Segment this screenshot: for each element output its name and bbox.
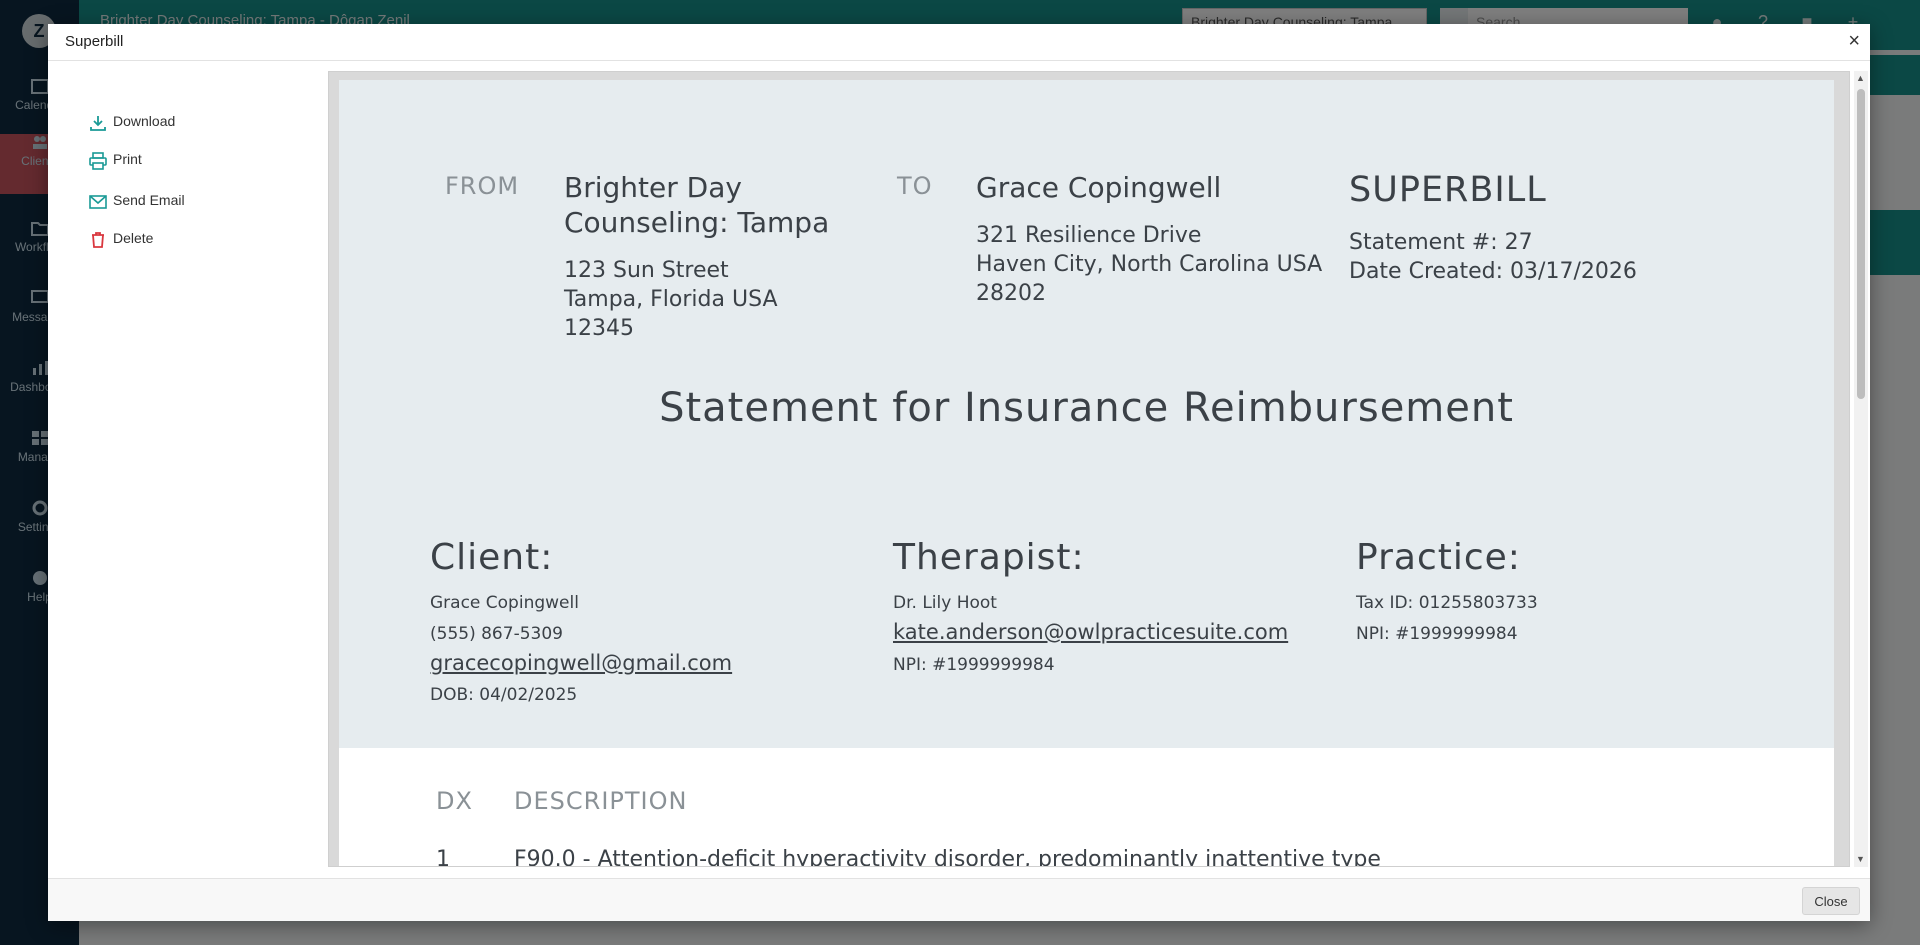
download-button[interactable]: Download bbox=[88, 107, 358, 137]
diagnosis-dx: 1 bbox=[436, 847, 450, 867]
therapist-npi: NPI: #1999999984 bbox=[893, 655, 1055, 675]
to-city: Haven City, North Carolina USA bbox=[976, 252, 1323, 277]
envelope-icon bbox=[89, 195, 107, 209]
from-city: Tampa, Florida USA bbox=[564, 287, 778, 312]
action-menu: Download Print Send Email › Delete bbox=[48, 61, 335, 878]
printer-icon bbox=[89, 152, 107, 170]
scroll-down-icon[interactable]: ▼ bbox=[1856, 854, 1865, 864]
practice-tax-id: Tax ID: 01255803733 bbox=[1356, 593, 1538, 613]
client-email-link[interactable]: gracecopingwell@gmail.com bbox=[430, 651, 732, 675]
delete-label: Delete bbox=[113, 230, 154, 246]
print-label: Print bbox=[113, 151, 142, 167]
to-name: Grace Copingwell bbox=[976, 171, 1222, 204]
therapist-heading: Therapist: bbox=[893, 537, 1085, 578]
print-button[interactable]: Print bbox=[88, 145, 358, 175]
superbill-title: SUPERBILL bbox=[1349, 170, 1547, 210]
superbill-document: FROM Brighter Day Counseling: Tampa 123 … bbox=[339, 80, 1834, 867]
send-email-label: Send Email bbox=[113, 192, 185, 208]
client-name: Grace Copingwell bbox=[430, 593, 579, 613]
download-label: Download bbox=[113, 113, 176, 129]
document-viewer[interactable]: FROM Brighter Day Counseling: Tampa 123 … bbox=[328, 71, 1850, 867]
from-name-line2: Counseling: Tampa bbox=[564, 206, 830, 239]
date-created: Date Created: 03/17/2026 bbox=[1349, 259, 1637, 284]
trash-icon bbox=[92, 232, 104, 248]
viewer-scrollbar[interactable]: ▲ ▼ bbox=[1854, 71, 1868, 867]
delete-button[interactable]: Delete bbox=[88, 224, 358, 254]
superbill-modal: Superbill × Download Print Send Email › bbox=[48, 24, 1870, 921]
to-street: 321 Resilience Drive bbox=[976, 223, 1202, 248]
scroll-up-icon[interactable]: ▲ bbox=[1856, 73, 1865, 83]
from-name-line1: Brighter Day bbox=[564, 171, 742, 204]
from-label: FROM bbox=[445, 172, 520, 200]
therapist-name: Dr. Lily Hoot bbox=[893, 593, 997, 613]
to-zip: 28202 bbox=[976, 281, 1046, 306]
client-phone: (555) 867-5309 bbox=[430, 624, 563, 644]
practice-heading: Practice: bbox=[1356, 537, 1521, 578]
modal-title: Superbill bbox=[65, 33, 124, 50]
modal-footer: Close bbox=[48, 878, 1870, 921]
dx-column-header: DX bbox=[436, 787, 473, 815]
scrollbar-thumb[interactable] bbox=[1857, 89, 1865, 399]
diagnosis-description: F90.0 - Attention-deficit hyperactivity … bbox=[514, 847, 1381, 867]
close-button[interactable]: Close bbox=[1802, 887, 1860, 915]
modal-header: Superbill × bbox=[48, 24, 1870, 61]
from-zip: 12345 bbox=[564, 316, 634, 341]
to-label: TO bbox=[897, 172, 933, 200]
send-email-button[interactable]: Send Email › bbox=[88, 186, 358, 216]
close-icon[interactable]: × bbox=[1848, 30, 1860, 52]
client-heading: Client: bbox=[430, 537, 554, 578]
description-column-header: DESCRIPTION bbox=[514, 787, 688, 815]
download-icon bbox=[90, 116, 106, 131]
client-dob: DOB: 04/02/2025 bbox=[430, 685, 578, 705]
from-street: 123 Sun Street bbox=[564, 258, 729, 283]
statement-number: Statement #: 27 bbox=[1349, 230, 1533, 255]
statement-heading: Statement for Insurance Reimbursement bbox=[659, 385, 1514, 431]
therapist-email-link[interactable]: kate.anderson@owlpracticesuite.com bbox=[893, 620, 1288, 644]
practice-npi: NPI: #1999999984 bbox=[1356, 624, 1518, 644]
